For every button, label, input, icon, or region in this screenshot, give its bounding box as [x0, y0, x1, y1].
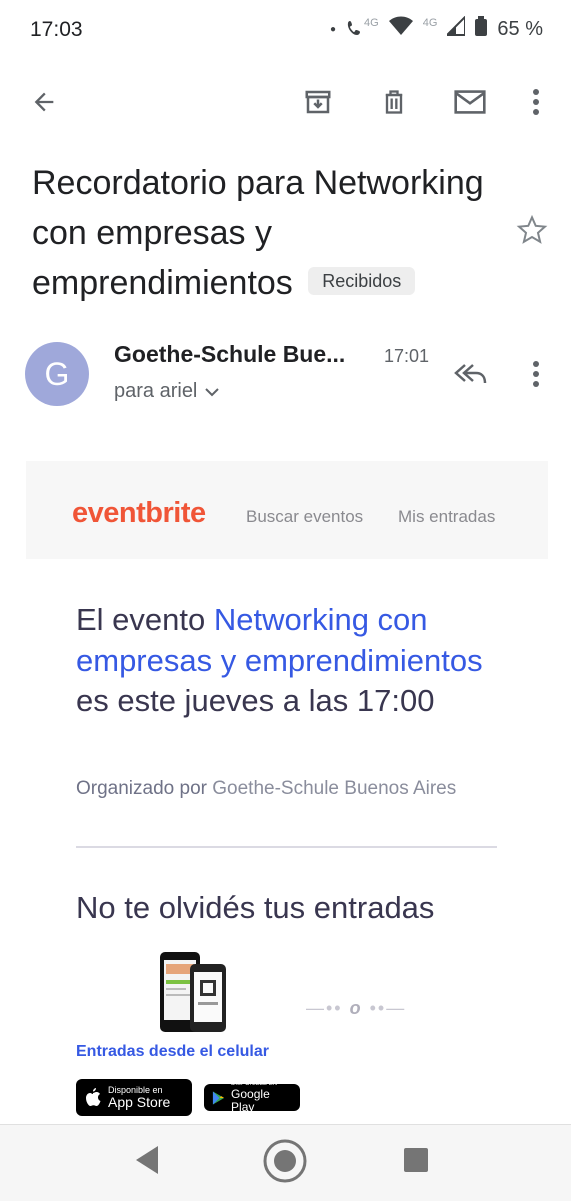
network-type-2: 4G	[422, 17, 438, 29]
wifi-icon	[388, 16, 413, 42]
inbox-label-chip[interactable]: Recibidos	[308, 267, 416, 296]
subject-text: Recordatorio para Networking con empresa…	[32, 164, 484, 302]
email-subject: Recordatorio para Networking con empresa…	[32, 158, 502, 308]
archive-button[interactable]	[294, 78, 342, 126]
more-vert-icon	[533, 361, 539, 387]
battery-icon	[475, 16, 488, 42]
reply-all-icon	[454, 364, 487, 384]
triangle-back-icon	[136, 1146, 158, 1174]
mark-unread-button[interactable]	[446, 78, 494, 126]
organizer-link[interactable]: Goethe-Schule Buenos Aires	[212, 778, 456, 799]
square-recents-icon	[404, 1148, 428, 1172]
chevron-down-icon	[205, 387, 220, 396]
nav-back-button[interactable]	[132, 1142, 162, 1183]
search-events-link[interactable]: Buscar eventos	[246, 507, 363, 527]
call-icon: 4G	[346, 17, 379, 39]
arrow-back-icon	[34, 92, 54, 112]
recipient-text: para ariel	[114, 380, 198, 402]
tickets-reminder-heading: No te olvidés tus entradas	[76, 890, 435, 925]
divider	[76, 846, 497, 848]
app-store-big-text: App Store	[108, 1094, 171, 1110]
status-icons: ● 4G 4G 65 %	[329, 14, 543, 42]
event-prefix: El evento	[76, 602, 214, 637]
archive-icon	[305, 90, 331, 114]
reply-all-button[interactable]	[446, 350, 494, 398]
home-circle-icon	[263, 1139, 307, 1183]
carousel-dots: —•• o ••—	[306, 998, 407, 1018]
sender-avatar[interactable]: G	[25, 342, 89, 406]
mail-icon	[454, 90, 486, 114]
eventbrite-logo[interactable]: eventbrite	[72, 497, 206, 530]
recipient-details[interactable]: para ariel	[114, 380, 220, 403]
trash-icon	[385, 90, 403, 114]
dot-icon: ●	[329, 23, 337, 35]
network-type-1: 4G	[364, 17, 379, 29]
play-icon	[212, 1090, 225, 1105]
organized-by-label: Organizado por	[76, 778, 213, 799]
signal-icon	[444, 14, 467, 42]
message-more-button[interactable]	[512, 350, 560, 398]
email-time: 17:01	[384, 346, 430, 366]
status-time: 17:03	[30, 18, 83, 41]
organizer-line: Organizado por Goethe-Schule Buenos Aire…	[76, 778, 456, 800]
more-vert-icon	[533, 89, 539, 115]
nav-recents-button[interactable]	[398, 1142, 434, 1183]
my-tickets-link[interactable]: Mis entradas	[398, 507, 495, 527]
star-icon	[516, 214, 548, 244]
phones-illustration	[156, 950, 230, 1036]
mobile-tickets-link[interactable]: Entradas desde el celular	[76, 1043, 269, 1061]
event-reminder-text: El evento Networking con empresas y empr…	[76, 600, 496, 722]
star-button[interactable]	[508, 206, 556, 254]
nav-home-button[interactable]	[261, 1137, 309, 1190]
battery-level: 65 %	[497, 17, 543, 40]
apple-icon	[86, 1087, 101, 1106]
google-play-badge[interactable]: DISPONIBLE EN Google Play	[204, 1081, 300, 1114]
google-play-big-text: Google Play	[231, 1087, 270, 1114]
more-options-button[interactable]	[512, 78, 560, 126]
event-suffix: es este jueves a las 17:00	[76, 683, 435, 718]
delete-button[interactable]	[370, 78, 418, 126]
app-store-badge[interactable]: Disponible en App Store	[76, 1079, 192, 1116]
sender-name: Goethe-Schule Bue...	[114, 341, 346, 367]
back-button[interactable]	[20, 78, 68, 126]
